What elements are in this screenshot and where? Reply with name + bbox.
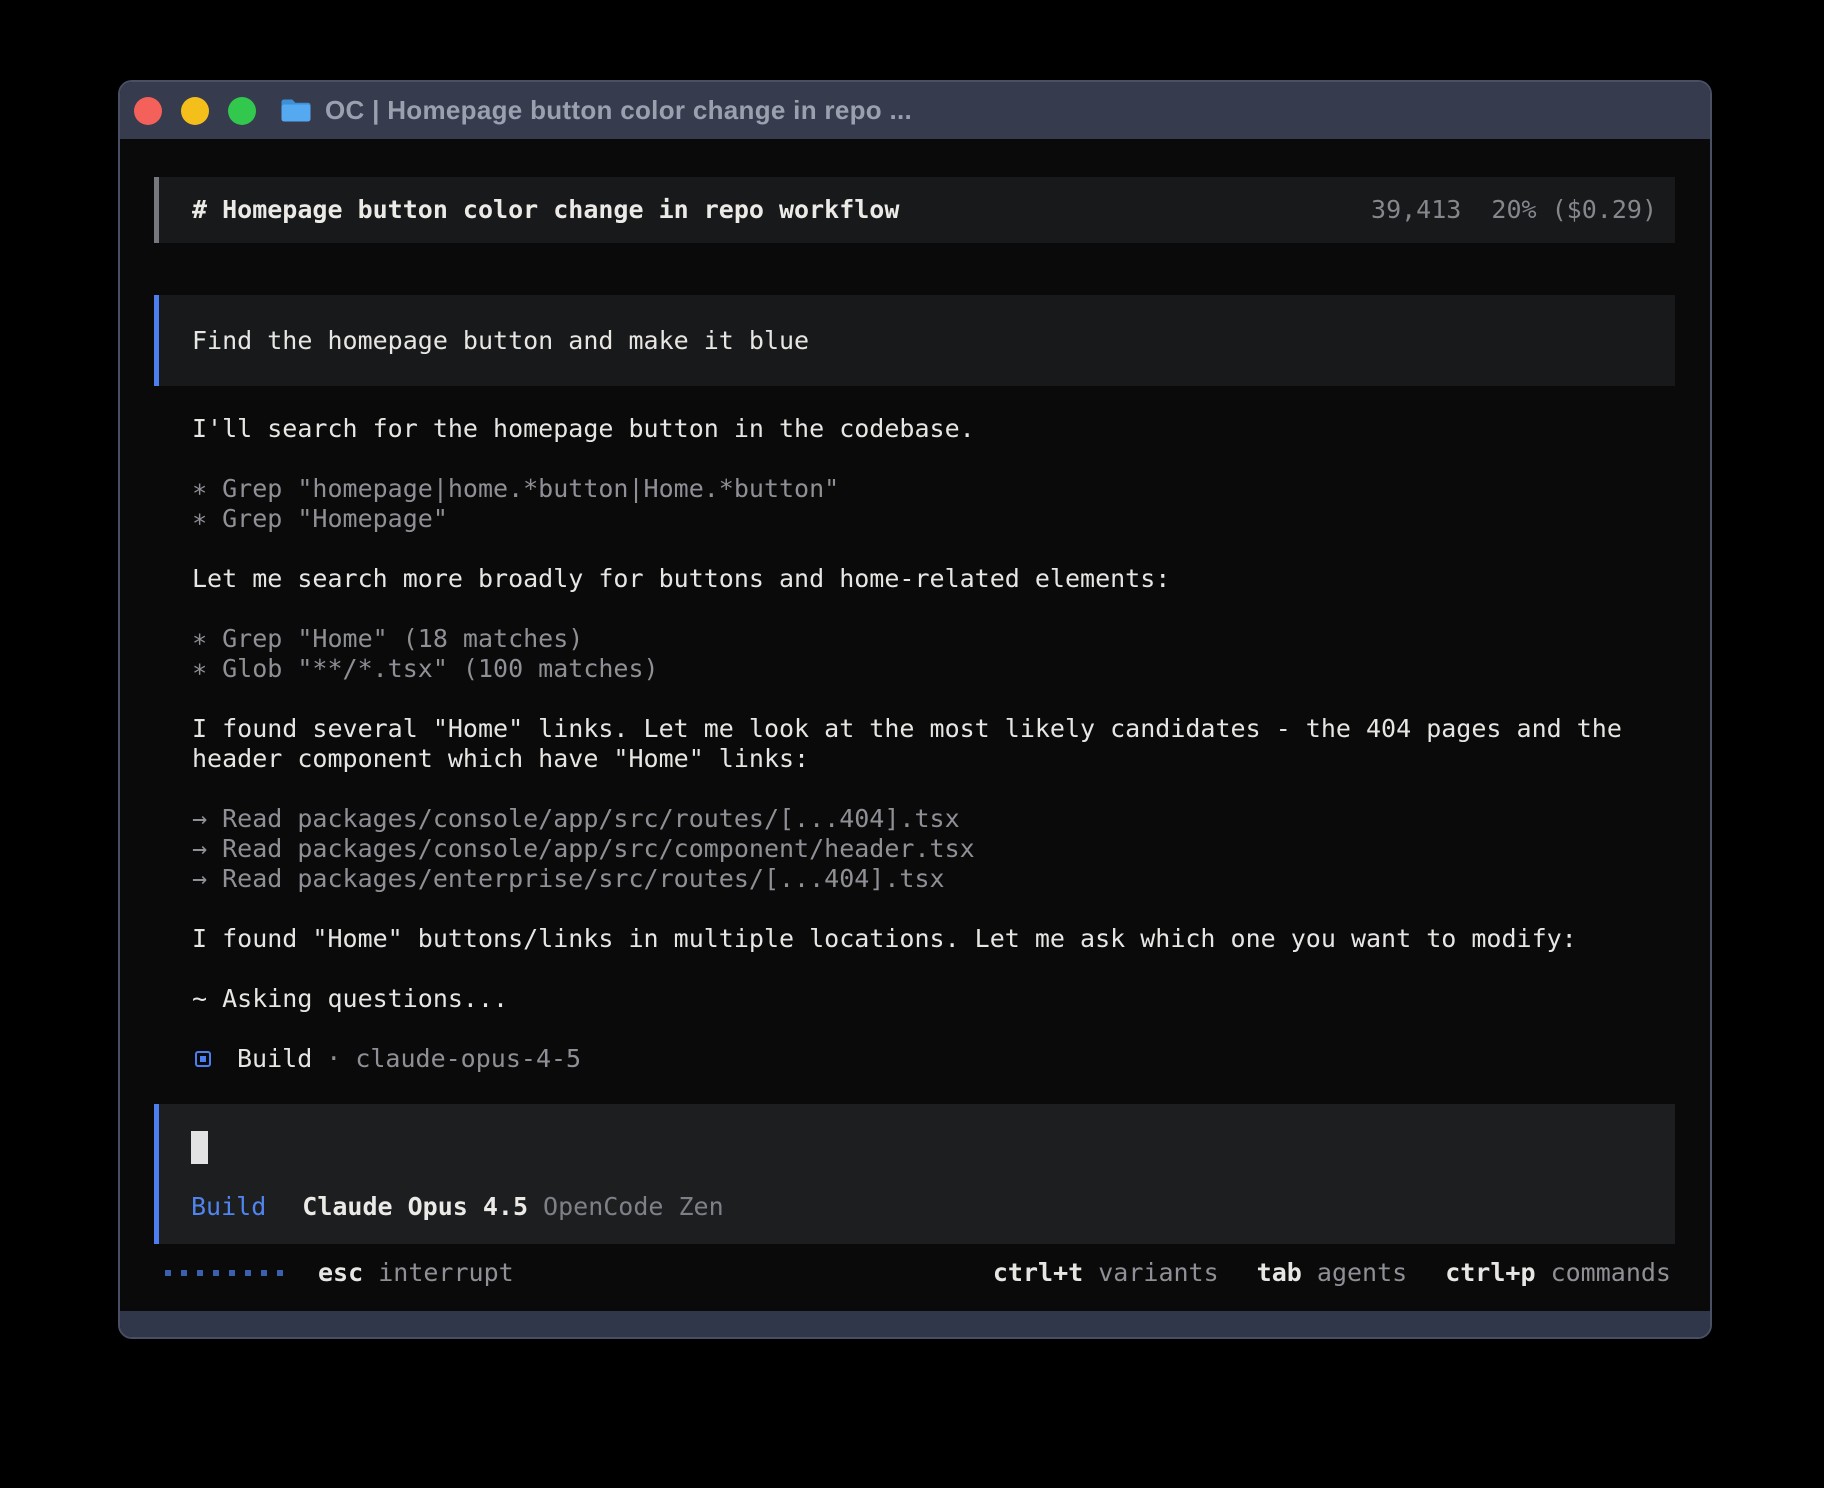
folder-icon: [280, 98, 311, 123]
session-stats: 39,413 20% ($0.29): [1371, 195, 1657, 225]
tool-call-glob: ∗ Glob "**/*.tsx" (100 matches): [192, 654, 1644, 684]
assistant-text: I'll search for the homepage button in t…: [192, 414, 1644, 444]
shortcut-commands: ctrl+p commands: [1445, 1258, 1671, 1288]
status-asking-questions: ~ Asking questions...: [192, 984, 1644, 1014]
zoom-button[interactable]: [228, 97, 256, 125]
user-message-text: Find the homepage button and make it blu…: [192, 326, 809, 356]
tool-call-grep: ∗ Grep "Home" (18 matches): [192, 624, 1644, 654]
shortcut-key: tab: [1257, 1258, 1302, 1287]
shortcut-label: variants: [1098, 1258, 1218, 1287]
terminal-content: # Homepage button color change in repo w…: [120, 139, 1710, 1311]
agent-status-row: Build · claude-opus-4-5: [154, 1044, 1675, 1074]
tool-call-read: → Read packages/console/app/src/componen…: [192, 834, 1644, 864]
window-title: OC | Homepage button color change in rep…: [325, 95, 912, 126]
assistant-text: I found several "Home" links. Let me loo…: [192, 714, 1644, 774]
minimize-button[interactable]: [181, 97, 209, 125]
user-message: Find the homepage button and make it blu…: [154, 295, 1675, 386]
session-title: # Homepage button color change in repo w…: [192, 195, 899, 225]
shortcut-label: interrupt: [378, 1258, 513, 1287]
input-model-label[interactable]: Claude Opus 4.5: [302, 1192, 528, 1222]
shortcut-label: agents: [1317, 1258, 1407, 1287]
activity-dots-icon: [165, 1270, 283, 1276]
shortcut-key: ctrl+t: [993, 1258, 1083, 1287]
window-titlebar[interactable]: OC | Homepage button color change in rep…: [120, 82, 1710, 139]
input-meta-row: Build Claude Opus 4.5 OpenCode Zen: [191, 1192, 1675, 1222]
agent-model-name: claude-opus-4-5: [355, 1044, 581, 1074]
shortcut-key: esc: [318, 1258, 363, 1287]
window-controls: [134, 97, 256, 125]
session-header: # Homepage button color change in repo w…: [154, 177, 1675, 243]
assistant-transcript: I'll search for the homepage button in t…: [154, 414, 1644, 1014]
text-cursor: [191, 1131, 208, 1164]
tool-call-grep: ∗ Grep "Homepage": [192, 504, 1644, 534]
prompt-input[interactable]: Build Claude Opus 4.5 OpenCode Zen: [154, 1104, 1675, 1244]
shortcut-key: ctrl+p: [1445, 1258, 1535, 1287]
shortcut-interrupt: esc interrupt: [318, 1258, 514, 1288]
assistant-text: Let me search more broadly for buttons a…: [192, 564, 1644, 594]
assistant-text: I found "Home" buttons/links in multiple…: [192, 924, 1644, 954]
input-provider-label: OpenCode Zen: [543, 1192, 724, 1222]
tool-call-read: → Read packages/console/app/src/routes/[…: [192, 804, 1644, 834]
close-button[interactable]: [134, 97, 162, 125]
input-mode-label[interactable]: Build: [191, 1192, 266, 1222]
dot-separator: ·: [326, 1044, 341, 1074]
agent-mode-icon: [195, 1051, 211, 1067]
terminal-window: OC | Homepage button color change in rep…: [118, 80, 1712, 1339]
tool-call-read: → Read packages/enterprise/src/routes/[.…: [192, 864, 1644, 894]
status-bar: esc interrupt ctrl+t variants tab agents…: [154, 1258, 1675, 1288]
shortcut-agents: tab agents: [1257, 1258, 1408, 1288]
agent-mode-name: Build: [237, 1044, 312, 1074]
shortcut-label: commands: [1551, 1258, 1671, 1287]
shortcut-variants: ctrl+t variants: [993, 1258, 1219, 1288]
tool-call-grep: ∗ Grep "homepage|home.*button|Home.*butt…: [192, 474, 1644, 504]
window-footer: [120, 1311, 1710, 1337]
